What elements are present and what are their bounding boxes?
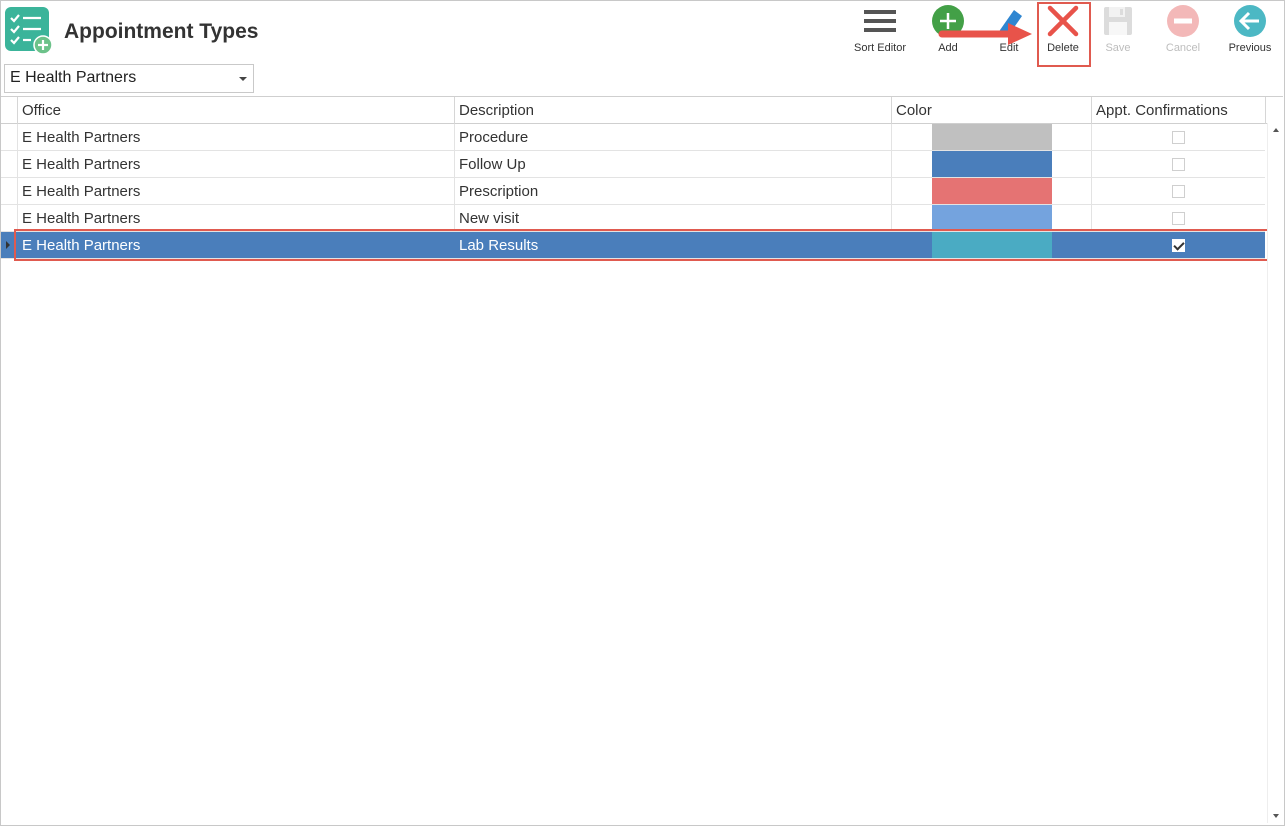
- plus-circle-icon: [932, 5, 964, 37]
- appointment-types-grid: Office Description Color Appt. Confirmat…: [1, 96, 1283, 822]
- page-title: Appointment Types: [64, 20, 259, 43]
- column-header-spacer: [1265, 97, 1283, 124]
- cancel-label: Cancel: [1165, 42, 1201, 54]
- color-swatch: [932, 124, 1052, 150]
- color-swatch: [932, 232, 1052, 258]
- previous-label: Previous: [1228, 42, 1272, 54]
- table-row-selected[interactable]: E Health Partners Lab Results: [1, 232, 1265, 259]
- appt-confirmation-checkbox[interactable]: [1172, 131, 1185, 144]
- color-swatch: [932, 151, 1052, 177]
- color-cell: [891, 232, 1091, 258]
- office-cell: E Health Partners: [17, 232, 454, 258]
- save-label: Save: [1105, 42, 1131, 54]
- add-button[interactable]: Add: [928, 4, 968, 62]
- confirm-cell: [1091, 178, 1265, 204]
- column-header-description[interactable]: Description: [454, 97, 891, 124]
- vertical-scrollbar[interactable]: [1267, 123, 1284, 823]
- previous-button[interactable]: Previous: [1224, 4, 1276, 62]
- column-header-office[interactable]: Office: [17, 97, 454, 124]
- description-cell: Prescription: [454, 178, 891, 204]
- current-row-indicator-icon: [6, 241, 10, 249]
- pencil-icon: [998, 10, 1022, 37]
- column-header-color[interactable]: Color: [891, 97, 1091, 124]
- office-dropdown-value: E Health Partners: [10, 69, 137, 86]
- floppy-disk-icon: [1104, 7, 1132, 35]
- description-cell: Procedure: [454, 124, 891, 150]
- appt-confirmation-checkbox[interactable]: [1172, 239, 1185, 252]
- hamburger-menu-icon: [864, 10, 896, 32]
- appt-confirmation-checkbox[interactable]: [1172, 158, 1185, 171]
- table-row[interactable]: E Health Partners Follow Up: [1, 151, 1265, 178]
- color-cell: [891, 124, 1091, 150]
- edit-label: Edit: [999, 42, 1019, 54]
- column-header-appt-confirmations[interactable]: Appt. Confirmations: [1091, 97, 1265, 124]
- office-dropdown[interactable]: E Health Partners: [4, 64, 254, 93]
- save-button[interactable]: Save: [1098, 4, 1138, 62]
- delete-button[interactable]: Delete: [1040, 4, 1086, 62]
- checklist-add-icon: [5, 7, 53, 55]
- office-cell: E Health Partners: [17, 124, 454, 150]
- confirm-cell: [1091, 205, 1265, 231]
- confirm-cell: [1091, 232, 1265, 258]
- office-cell: E Health Partners: [17, 151, 454, 177]
- confirm-cell: [1091, 124, 1265, 150]
- sort-editor-label: Sort Editor: [854, 42, 906, 54]
- add-label: Add: [938, 42, 958, 54]
- table-row[interactable]: E Health Partners Prescription: [1, 178, 1265, 205]
- office-cell: E Health Partners: [17, 205, 454, 231]
- color-swatch: [932, 178, 1052, 204]
- confirm-cell: [1091, 151, 1265, 177]
- scroll-down-icon[interactable]: [1273, 814, 1279, 818]
- appt-confirmation-checkbox[interactable]: [1172, 212, 1185, 225]
- delete-label: Delete: [1047, 42, 1079, 54]
- appt-confirmation-checkbox[interactable]: [1172, 185, 1185, 198]
- description-cell: Follow Up: [454, 151, 891, 177]
- scroll-up-icon[interactable]: [1273, 128, 1279, 132]
- color-cell: [891, 151, 1091, 177]
- office-cell: E Health Partners: [17, 178, 454, 204]
- arrow-left-circle-icon: [1234, 5, 1266, 37]
- delete-x-icon: [1047, 5, 1079, 37]
- description-cell: New visit: [454, 205, 891, 231]
- table-row[interactable]: E Health Partners New visit: [1, 205, 1265, 232]
- color-cell: [891, 205, 1091, 231]
- color-swatch: [932, 205, 1052, 231]
- sort-editor-button[interactable]: Sort Editor: [848, 4, 912, 62]
- edit-button[interactable]: Edit: [990, 4, 1028, 62]
- cancel-button[interactable]: Cancel: [1160, 4, 1206, 62]
- table-row[interactable]: E Health Partners Procedure: [1, 124, 1265, 151]
- color-cell: [891, 178, 1091, 204]
- minus-circle-icon: [1167, 5, 1199, 37]
- grid-header: Office Description Color Appt. Confirmat…: [1, 97, 1283, 124]
- description-cell: Lab Results: [454, 232, 891, 258]
- chevron-down-icon: [239, 77, 247, 81]
